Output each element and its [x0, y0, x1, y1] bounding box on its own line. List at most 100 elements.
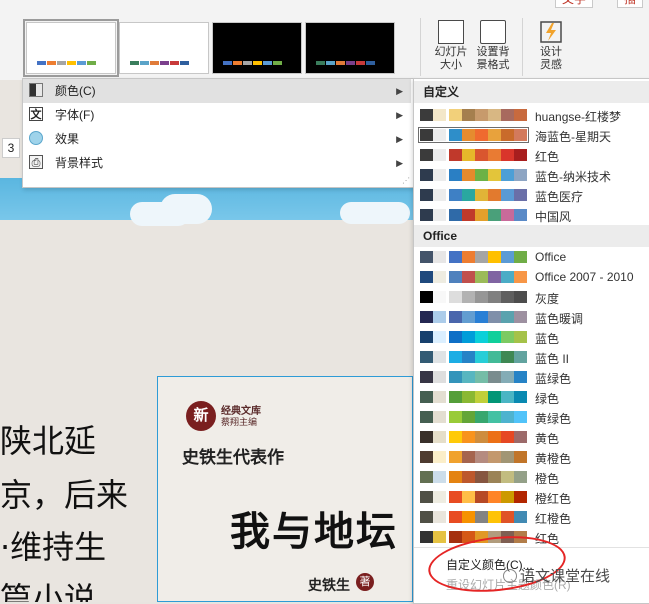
color-swatch [501, 149, 514, 161]
color-swatch [420, 109, 433, 121]
format-background-button[interactable]: 设置背 景格式 [470, 20, 516, 72]
color-swatch [501, 189, 514, 201]
ribbon-top-button-2[interactable]: 插 [617, 0, 644, 8]
color-swatch [449, 471, 462, 483]
ribbon-separator [420, 18, 421, 76]
color-swatch [449, 209, 462, 221]
theme-swatches [420, 351, 527, 363]
color-swatch [449, 351, 462, 363]
color-swatch [87, 61, 96, 65]
color-swatch [514, 331, 527, 343]
color-swatch [433, 511, 446, 523]
theme-swatches [420, 291, 527, 303]
theme-color-row[interactable]: 蓝色医疗 [414, 185, 649, 205]
theme-swatches [420, 331, 527, 343]
theme-color-row[interactable]: 橙色 [414, 467, 649, 487]
color-swatch [501, 351, 514, 363]
color-swatch [433, 291, 446, 303]
color-swatch [366, 61, 375, 65]
theme-variant-2[interactable] [119, 22, 209, 74]
color-swatch [514, 391, 527, 403]
menu-item-fonts[interactable]: 文 字体(F) ▶ [23, 103, 411, 127]
color-swatch [420, 271, 433, 283]
theme-color-row[interactable]: 黄绿色 [414, 407, 649, 427]
color-swatch [475, 431, 488, 443]
color-swatch [433, 189, 446, 201]
designer-button[interactable]: 设计 灵感 [528, 20, 574, 72]
color-swatch [514, 511, 527, 523]
color-swatch [462, 351, 475, 363]
color-swatch [462, 109, 475, 121]
menu-item-colors[interactable]: 颜色(C) ▶ [23, 79, 411, 103]
designer-label-2: 灵感 [540, 59, 562, 71]
top-button-label: 文字 [562, 0, 586, 6]
ribbon-separator [522, 18, 523, 76]
color-swatch [420, 331, 433, 343]
theme-color-name: 灰度 [535, 292, 560, 306]
color-swatch [420, 511, 433, 523]
book-cover-image[interactable]: 新 经典文库 蔡翔主编 史铁生代表作 我与地坛 史铁生 著 [157, 376, 413, 602]
theme-variant-1[interactable] [23, 19, 119, 77]
book-author: 史铁生 [308, 577, 350, 593]
book-title: 我与地坛 [230, 509, 398, 555]
color-swatch [488, 251, 501, 263]
color-swatch [488, 491, 501, 503]
theme-color-row[interactable]: 海蓝色-星期天 [414, 125, 649, 145]
color-swatch [514, 371, 527, 383]
color-swatch [475, 271, 488, 283]
theme-color-row[interactable]: 灰度 [414, 287, 649, 307]
cloud-shape [340, 202, 410, 224]
theme-color-row[interactable]: Office [414, 247, 649, 267]
color-swatch [263, 61, 272, 65]
menu-item-background[interactable]: ⎙ 背景样式 ▶ [23, 151, 411, 175]
theme-color-row[interactable]: 蓝色暖调 [414, 307, 649, 327]
color-swatch [462, 511, 475, 523]
theme-color-row[interactable]: 黄色 [414, 427, 649, 447]
slide-size-label-2: 大小 [440, 59, 462, 71]
color-swatch [420, 189, 433, 201]
color-swatch [462, 451, 475, 463]
menu-item-effects[interactable]: 效果 ▶ [23, 127, 411, 151]
theme-color-row[interactable]: 红橙色 [414, 507, 649, 527]
color-swatch [433, 351, 446, 363]
color-swatch [501, 169, 514, 181]
ribbon-top-button-1[interactable]: 文字 [555, 0, 594, 8]
colors-gallery: 自定义 huangse-红楼梦 海蓝色-星期天 红色 蓝色-纳米技术 蓝色医疗 中国风 O… [413, 78, 649, 604]
theme-variant-4[interactable] [305, 22, 395, 74]
theme-color-row[interactable]: 蓝绿色 [414, 367, 649, 387]
color-swatch [488, 271, 501, 283]
theme-color-row[interactable]: 绿色 [414, 387, 649, 407]
slide-text-line: 篇小说 [0, 580, 97, 602]
color-swatch [420, 411, 433, 423]
theme-color-name: 海蓝色-星期天 [535, 130, 611, 144]
variants-submenu: 颜色(C) ▶ 文 字体(F) ▶ 效果 ▶ ⎙ 背景样式 ▶ ⋰ [22, 78, 414, 188]
color-swatch [433, 251, 446, 263]
color-swatch [488, 331, 501, 343]
resize-grip-icon[interactable]: ⋰ [402, 176, 410, 185]
color-swatch [140, 61, 149, 65]
theme-color-row[interactable]: 橙红色 [414, 487, 649, 507]
theme-color-row[interactable]: 蓝色 [414, 327, 649, 347]
color-swatch [420, 291, 433, 303]
theme-variant-3[interactable] [212, 22, 302, 74]
theme-color-row[interactable]: 蓝色-纳米技术 [414, 165, 649, 185]
color-swatch [420, 129, 433, 141]
color-swatch [514, 351, 527, 363]
color-swatch [462, 471, 475, 483]
color-swatch [501, 251, 514, 263]
theme-color-row[interactable]: 蓝色 II [414, 347, 649, 367]
slide-size-button[interactable]: 幻灯片 大小 [428, 20, 474, 72]
menu-item-label: 效果 [55, 132, 80, 146]
color-swatch [514, 109, 527, 121]
theme-color-row[interactable]: 黄橙色 [414, 447, 649, 467]
color-swatch [475, 169, 488, 181]
color-swatch [326, 61, 335, 65]
theme-color-row[interactable]: 红色 [414, 145, 649, 165]
color-swatch [475, 351, 488, 363]
theme-color-name: 蓝色 II [535, 352, 570, 366]
theme-color-row[interactable]: Office 2007 - 2010 [414, 267, 649, 287]
theme-color-row[interactable]: 中国风 [414, 205, 649, 225]
theme-color-row[interactable]: huangse-红楼梦 [414, 105, 649, 125]
color-swatch [488, 471, 501, 483]
watermark-text: 语文课堂在线 [503, 565, 610, 586]
